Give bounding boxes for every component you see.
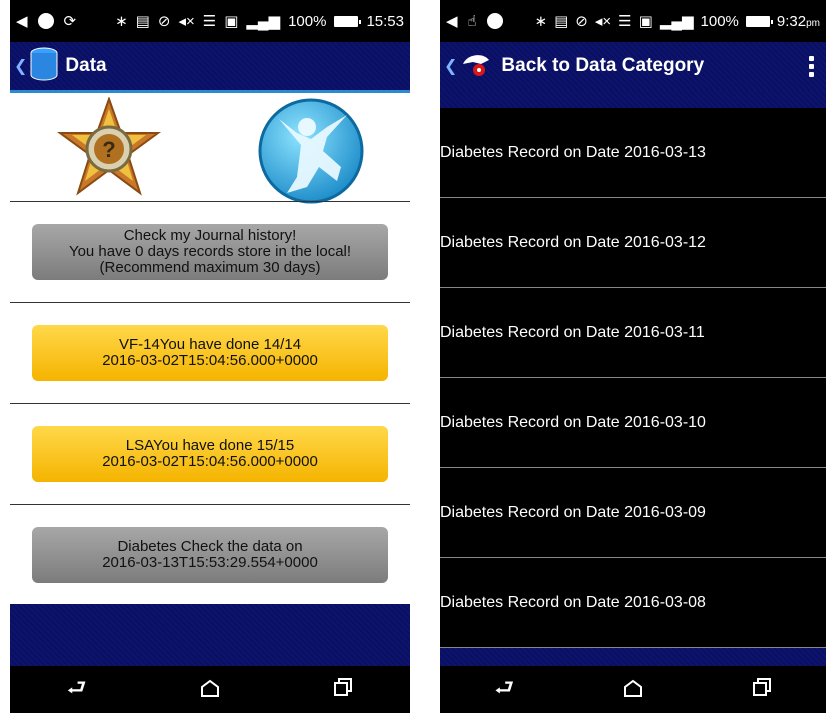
hand-icon: ☝ bbox=[467, 12, 477, 30]
nav-bar: ⮐ bbox=[10, 666, 410, 713]
icon-row: ? bbox=[10, 93, 410, 204]
recents-icon[interactable] bbox=[333, 677, 353, 703]
button-line: (Recommend maximum 30 days) bbox=[99, 259, 321, 276]
record-label: Diabetes Record on Date 2016-03-08 bbox=[440, 593, 706, 611]
bluetooth-icon: ∗ bbox=[534, 12, 548, 30]
record-label: Diabetes Record on Date 2016-03-09 bbox=[440, 503, 706, 521]
bottom-band bbox=[440, 648, 826, 666]
status-ampm: pm bbox=[806, 17, 820, 29]
action-bar: ❮ Back to Data Category bbox=[440, 42, 826, 90]
app-logo-icon[interactable] bbox=[459, 50, 493, 83]
left-screen: ◀ ⟳ ∗ ▤ ⊘ ◂× ☰ ▣ ▂▄▆ 100% 15:53 ❮ Data ?… bbox=[10, 0, 410, 713]
database-icon[interactable] bbox=[29, 47, 59, 86]
button-line: You have 0 days records store in the loc… bbox=[68, 243, 352, 260]
record-list: Diabetes Record on Date 2016-03-13 Diabe… bbox=[440, 108, 826, 648]
bluetooth-icon: ∗ bbox=[115, 12, 128, 30]
button-line: Check my Journal history! bbox=[123, 227, 297, 244]
list-item[interactable]: Diabetes Record on Date 2016-03-10 bbox=[440, 378, 826, 468]
question-star-icon[interactable]: ? bbox=[54, 95, 164, 206]
vf14-button[interactable]: VF-14You have done 14/14 2016-03-02T15:0… bbox=[32, 325, 388, 381]
button-line: Diabetes Check the data on bbox=[117, 538, 303, 555]
right-screen: ◀ ☝ ∗ ▤ ⊘ ◂× ☰ ▣ ▂▄▆ 100% 9:32pm ❮ Back … bbox=[440, 0, 826, 713]
mute-icon: ◂× bbox=[178, 12, 195, 30]
record-label: Diabetes Record on Date 2016-03-10 bbox=[440, 413, 706, 431]
circle-icon bbox=[486, 13, 503, 29]
diabetes-check-button[interactable]: Diabetes Check the data on 2016-03-13T15… bbox=[32, 527, 388, 583]
lsa-button[interactable]: LSAYou have done 15/15 2016-03-02T15:04:… bbox=[32, 426, 388, 482]
svg-text:?: ? bbox=[102, 137, 115, 162]
list-item[interactable]: Diabetes Record on Date 2016-03-13 bbox=[440, 108, 826, 198]
battery-icon bbox=[334, 15, 362, 27]
button-line: 2016-03-02T15:04:56.000+0000 bbox=[102, 352, 318, 369]
status-time: 15:53 bbox=[366, 12, 404, 30]
divider bbox=[10, 403, 410, 404]
cast-icon: ▣ bbox=[224, 12, 239, 30]
record-label: Diabetes Record on Date 2016-03-13 bbox=[440, 143, 706, 161]
circle-icon bbox=[37, 13, 54, 29]
nav-bar: ⮐ bbox=[440, 666, 826, 713]
signal-icon: ▂▄▆ bbox=[246, 12, 281, 30]
data-person-icon[interactable] bbox=[257, 97, 365, 210]
page-title: Data bbox=[65, 55, 107, 76]
divider bbox=[10, 504, 410, 505]
divider bbox=[10, 201, 410, 202]
status-bar: ◀ ☝ ∗ ▤ ⊘ ◂× ☰ ▣ ▂▄▆ 100% 9:32pm bbox=[440, 0, 826, 42]
nfc-icon: ▤ bbox=[135, 12, 150, 30]
back-chevron-icon[interactable]: ❮ bbox=[14, 56, 27, 76]
notification-icon: ◀ bbox=[446, 12, 458, 30]
cast-icon: ▣ bbox=[638, 12, 653, 30]
wifi-icon: ☰ bbox=[202, 12, 217, 30]
mute-icon: ◂× bbox=[594, 12, 612, 30]
battery-percent: 100% bbox=[288, 12, 327, 30]
button-line: LSAYou have done 15/15 bbox=[125, 437, 295, 454]
button-line: VF-14You have done 14/14 bbox=[118, 336, 302, 353]
back-chevron-icon[interactable]: ❮ bbox=[444, 56, 457, 76]
sync-icon: ⟳ bbox=[63, 12, 77, 30]
status-time: 9:32pm bbox=[777, 13, 820, 30]
back-icon[interactable]: ⮐ bbox=[494, 671, 514, 709]
notification-icon: ◀ bbox=[16, 12, 28, 30]
bottom-band bbox=[10, 604, 410, 666]
signal-icon: ▂▄▆ bbox=[659, 12, 694, 30]
status-time-value: 9:32 bbox=[776, 12, 807, 30]
battery-icon bbox=[745, 15, 773, 27]
record-label: Diabetes Record on Date 2016-03-11 bbox=[440, 323, 705, 341]
divider bbox=[10, 302, 410, 303]
wifi-icon: ☰ bbox=[618, 12, 632, 30]
action-bar: ❮ Data bbox=[10, 42, 410, 90]
list-item[interactable]: Diabetes Record on Date 2016-03-08 bbox=[440, 558, 826, 648]
record-label: Diabetes Record on Date 2016-03-12 bbox=[440, 233, 706, 251]
home-icon[interactable] bbox=[200, 677, 220, 703]
back-icon[interactable]: ⮐ bbox=[67, 671, 87, 709]
status-bar: ◀ ⟳ ∗ ▤ ⊘ ◂× ☰ ▣ ▂▄▆ 100% 15:53 bbox=[10, 0, 410, 42]
no-disturb-icon: ⊘ bbox=[157, 12, 171, 30]
button-line: 2016-03-02T15:04:56.000+0000 bbox=[102, 453, 318, 470]
home-icon[interactable] bbox=[623, 677, 643, 703]
nfc-icon: ▤ bbox=[554, 12, 569, 30]
journal-history-button[interactable]: Check my Journal history! You have 0 day… bbox=[32, 224, 388, 280]
battery-percent: 100% bbox=[700, 12, 739, 30]
no-disturb-icon: ⊘ bbox=[575, 12, 588, 30]
sub-band bbox=[440, 90, 826, 108]
recents-icon[interactable] bbox=[752, 677, 772, 703]
list-item[interactable]: Diabetes Record on Date 2016-03-12 bbox=[440, 198, 826, 288]
list-item[interactable]: Diabetes Record on Date 2016-03-11 bbox=[440, 288, 826, 378]
list-item[interactable]: Diabetes Record on Date 2016-03-09 bbox=[440, 468, 826, 558]
overflow-menu-icon[interactable] bbox=[809, 55, 814, 77]
page-title: Back to Data Category bbox=[501, 55, 705, 76]
button-line: 2016-03-13T15:53:29.554+0000 bbox=[102, 554, 318, 571]
